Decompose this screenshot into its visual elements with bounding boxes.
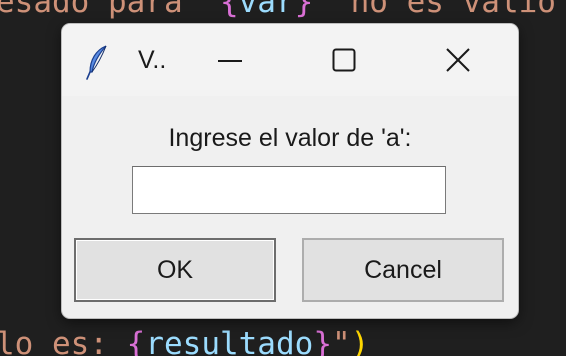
code-variable: resultado	[145, 326, 314, 356]
maximize-button[interactable]	[312, 24, 376, 96]
code-string: lo es:	[0, 326, 127, 356]
code-line-top: esado para {var} no es valio	[0, 0, 556, 20]
code-string-tail: no es valio	[313, 0, 556, 20]
code-brace-open: {	[219, 0, 239, 20]
ok-button[interactable]: OK	[74, 238, 276, 302]
code-paren: )	[350, 326, 370, 356]
code-quote: "	[331, 326, 351, 356]
code-variable: var	[238, 0, 295, 20]
code-brace-close: }	[313, 326, 332, 356]
value-input[interactable]	[132, 166, 446, 214]
prompt-label: Ingrese el valor de 'a':	[168, 124, 412, 152]
code-string: esado para	[0, 0, 220, 20]
dialog-title: V..	[138, 46, 167, 74]
feather-icon	[86, 44, 110, 80]
minimize-button[interactable]	[198, 24, 262, 96]
code-brace-close: }	[294, 0, 314, 20]
close-icon	[446, 48, 470, 72]
dialog-titlebar[interactable]: V..	[62, 24, 518, 96]
minimize-icon	[218, 60, 242, 62]
code-line-bottom: lo es: {resultado}")	[0, 326, 369, 356]
code-brace-open: {	[126, 326, 146, 356]
input-dialog: V.. Ingrese el valor de 'a': OK Cancel	[62, 24, 518, 318]
close-button[interactable]	[426, 24, 490, 96]
desktop-screen: esado para {var} no es valio lo es: {res…	[0, 0, 566, 356]
cancel-button[interactable]: Cancel	[302, 238, 504, 302]
maximize-icon	[332, 48, 356, 72]
